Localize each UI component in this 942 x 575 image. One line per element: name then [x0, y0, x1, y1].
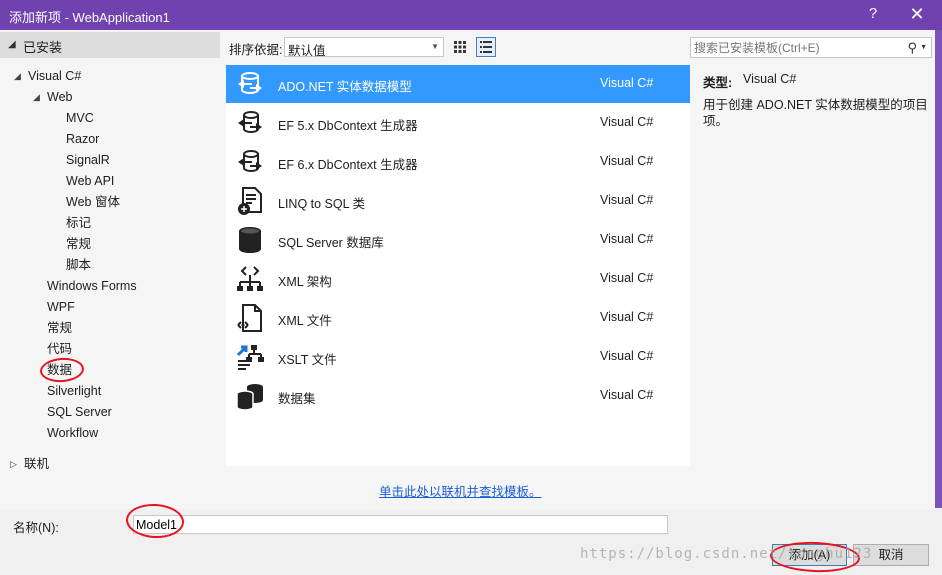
xml-schema-icon [237, 266, 263, 291]
template-row-dataset[interactable]: 数据集 Visual C# [226, 377, 690, 415]
template-language: Visual C# [600, 154, 654, 168]
chevron-down-icon: ▼ [431, 42, 439, 51]
tree-item-silverlight[interactable]: Silverlight [47, 381, 101, 401]
grid-view-button[interactable] [450, 37, 470, 57]
template-row-linq-to-sql[interactable]: LINQ to SQL 类 Visual C# [226, 182, 690, 220]
sort-label: 排序依据: [229, 43, 283, 57]
name-input-box[interactable] [133, 515, 668, 534]
dbcontext-generator-icon [238, 111, 262, 133]
tree-item-workflow[interactable]: Workflow [47, 423, 98, 443]
template-row-xslt-file[interactable]: XSLT 文件 Visual C# [226, 338, 690, 376]
template-name: XSLT 文件 [278, 353, 337, 367]
template-row-ef5[interactable]: EF 5.x DbContext 生成器 Visual C# [226, 104, 690, 142]
tree-item-visual-csharp[interactable]: ◢ Visual C# [14, 66, 81, 86]
template-language: Visual C# [600, 349, 654, 363]
name-input[interactable] [134, 516, 667, 533]
collapse-triangle-icon: ◢ [8, 39, 16, 50]
template-language: Visual C# [600, 76, 654, 90]
installed-label: 已安装 [23, 40, 63, 55]
dbcontext-generator-icon [238, 150, 262, 172]
search-box[interactable]: ⚲ ▼ [690, 37, 932, 58]
online-templates-link[interactable]: 单击此处以联机并查找模板。 [379, 481, 542, 500]
expand-arrow-icon[interactable]: ▷ [10, 454, 17, 474]
template-language: Visual C# [600, 193, 654, 207]
chevron-down-icon[interactable]: ▼ [920, 44, 927, 51]
expand-arrow-icon[interactable]: ◢ [14, 66, 21, 86]
template-name: XML 架构 [278, 275, 332, 289]
template-name: EF 6.x DbContext 生成器 [278, 158, 418, 172]
template-language: Visual C# [600, 271, 654, 285]
list-view-icon [480, 41, 492, 53]
tree-item-web-forms[interactable]: Web 窗体 [66, 192, 120, 212]
list-view-button[interactable] [476, 37, 496, 57]
linq-to-sql-icon [238, 187, 262, 215]
tree-item-script[interactable]: 脚本 [66, 255, 91, 275]
dataset-icon [236, 384, 263, 411]
template-name: 数据集 [278, 392, 316, 406]
tree-item-code[interactable]: 代码 [47, 339, 72, 359]
grid-view-icon [454, 41, 466, 53]
name-label: 名称(N): [13, 521, 59, 535]
tree-item-wpf[interactable]: WPF [47, 297, 75, 317]
tree-item-web[interactable]: ◢ Web [33, 87, 72, 107]
entity-model-icon [238, 72, 262, 94]
xslt-file-icon [236, 345, 264, 370]
search-icon[interactable]: ⚲ [907, 40, 917, 56]
tree-item-mvc[interactable]: MVC [66, 108, 94, 128]
tree-item-markup[interactable]: 标记 [66, 213, 91, 233]
tree-item-sql-server[interactable]: SQL Server [47, 402, 112, 422]
template-row-xml-file[interactable]: XML 文件 Visual C# [226, 299, 690, 337]
xml-file-icon [237, 304, 262, 332]
template-details: 类型: Visual C# 用于创建 ADO.NET 实体数据模型的项目项。 [693, 65, 933, 475]
template-row-xml-schema[interactable]: XML 架构 Visual C# [226, 260, 690, 298]
expand-arrow-icon[interactable]: ◢ [33, 87, 40, 107]
tree-item-windows-forms[interactable]: Windows Forms [47, 276, 137, 296]
database-icon [239, 227, 261, 253]
template-name: EF 5.x DbContext 生成器 [278, 119, 418, 133]
tree-item-online[interactable]: ▷ 联机 [10, 454, 49, 474]
window-title: 添加新项 - WebApplication1 [9, 10, 170, 25]
sort-dropdown[interactable]: 默认值 ▼ [284, 37, 444, 58]
template-name: SQL Server 数据库 [278, 236, 384, 250]
template-language: Visual C# [600, 310, 654, 324]
title-bar: 添加新项 - WebApplication1 ? ✕ [0, 0, 942, 30]
template-description: 用于创建 ADO.NET 实体数据模型的项目项。 [703, 98, 928, 128]
template-language: Visual C# [600, 232, 654, 246]
template-row-ef6[interactable]: EF 6.x DbContext 生成器 Visual C# [226, 143, 690, 181]
template-name: LINQ to SQL 类 [278, 197, 366, 211]
template-row-sql-server-db[interactable]: SQL Server 数据库 Visual C# [226, 221, 690, 259]
tree-item-web-general[interactable]: 常规 [66, 234, 91, 254]
cancel-button[interactable]: 取消 [853, 544, 929, 566]
template-name: XML 文件 [278, 314, 332, 328]
search-input[interactable] [694, 39, 904, 56]
tree-item-general[interactable]: 常规 [47, 318, 72, 338]
template-language: Visual C# [600, 115, 654, 129]
window-border [935, 30, 942, 508]
template-name: ADO.NET 实体数据模型 [278, 80, 412, 94]
installed-header[interactable]: ◢ 已安装 [0, 32, 220, 58]
help-button[interactable]: ? [866, 5, 880, 22]
type-label: 类型: [703, 76, 733, 90]
template-row-ado-net[interactable]: ADO.NET 实体数据模型 Visual C# [226, 65, 690, 103]
template-list: ADO.NET 实体数据模型 Visual C# EF 5.x DbContex… [226, 65, 690, 466]
close-button[interactable]: ✕ [908, 4, 926, 25]
template-language: Visual C# [600, 388, 654, 402]
tree-item-razor[interactable]: Razor [66, 129, 99, 149]
sort-value: 默认值 [288, 44, 326, 58]
tree-item-signalr[interactable]: SignalR [66, 150, 110, 170]
tree-item-web-api[interactable]: Web API [66, 171, 114, 191]
type-value: Visual C# [743, 72, 797, 86]
